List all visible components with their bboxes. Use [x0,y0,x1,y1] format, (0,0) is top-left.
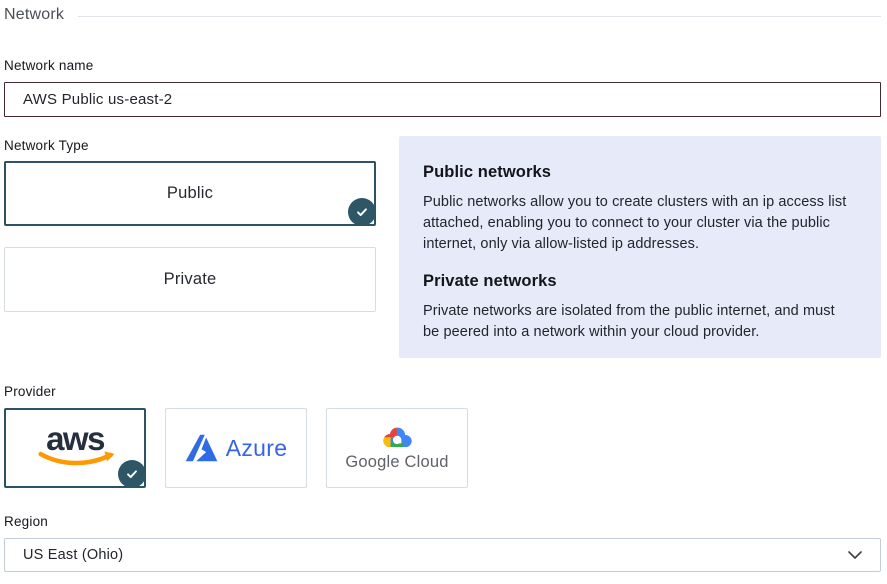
google-cloud-icon [379,425,416,451]
network-type-info-panel: Public networks Public networks allow yo… [399,136,881,358]
public-option-label: Public [167,184,213,203]
private-networks-description: Private networks are isolated from the p… [423,301,855,343]
private-networks-info: Private networks Private networks are is… [423,272,855,343]
google-cloud-logo: Google Cloud [345,425,448,472]
section-divider [78,16,881,17]
aws-logo: aws [32,424,118,468]
aws-logo-text: aws [46,424,104,454]
region-selected-value: US East (Ohio) [23,547,848,563]
section-header: Network [4,6,881,24]
network-type-section: Network Type Public Private Public netwo… [4,138,881,358]
private-option-label: Private [164,270,217,289]
public-networks-info: Public networks Public networks allow yo… [423,163,855,255]
network-name-input[interactable] [4,82,881,117]
chevron-down-icon [848,551,862,559]
selected-check-icon [348,198,376,226]
provider-options: aws Azure [4,408,881,488]
network-name-label: Network name [4,58,881,73]
region-label: Region [4,514,881,529]
selected-check-icon [118,460,146,488]
spacer [4,226,376,247]
azure-triangle-icon [185,434,218,462]
network-type-option-private[interactable]: Private [4,247,376,312]
public-networks-heading: Public networks [423,163,855,182]
network-type-column: Network Type Public Private [4,138,376,358]
page-title: Network [4,6,64,24]
provider-option-aws[interactable]: aws [4,408,146,488]
network-type-label: Network Type [4,138,376,153]
azure-logo-text: Azure [226,435,288,462]
provider-label: Provider [4,384,881,399]
aws-smile-icon [38,451,118,468]
region-select[interactable]: US East (Ohio) [4,538,881,572]
azure-logo: Azure [185,434,288,462]
provider-option-google-cloud[interactable]: Google Cloud [326,408,468,488]
provider-option-azure[interactable]: Azure [165,408,307,488]
network-settings-page: Network Network name Network Type Public… [0,0,887,572]
google-cloud-logo-text: Google Cloud [345,453,448,472]
public-networks-description: Public networks allow you to create clus… [423,192,855,255]
network-type-option-public[interactable]: Public [4,161,376,226]
private-networks-heading: Private networks [423,272,855,291]
